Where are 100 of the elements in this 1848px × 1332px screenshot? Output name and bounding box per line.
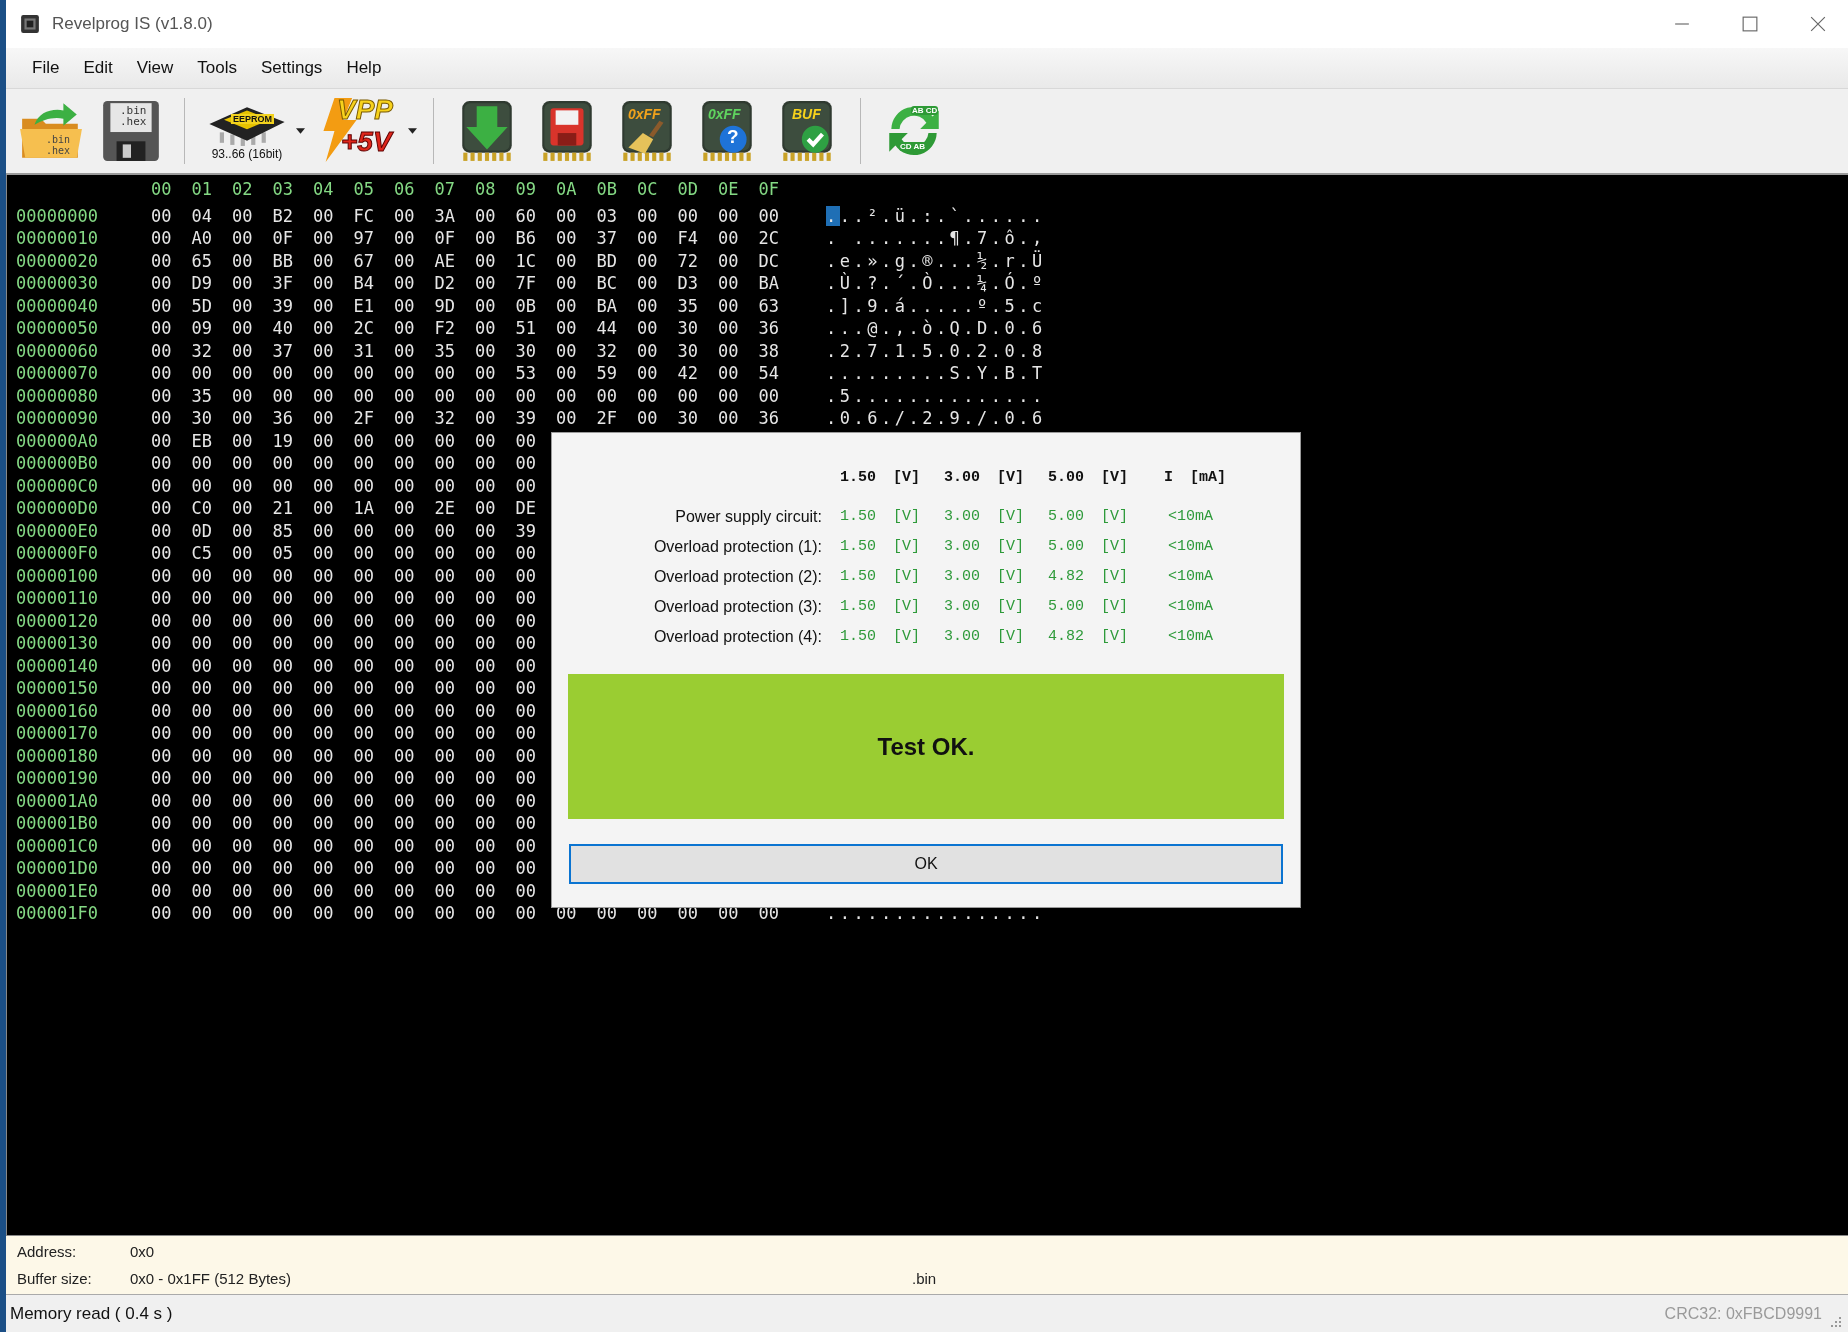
hex-byte: 00: [515, 384, 536, 407]
menu-item[interactable]: Settings: [248, 54, 335, 82]
toolbar-button[interactable]: 0xFF: [610, 98, 684, 164]
ascii-text: .Ù.?.´.Ò...¼.Ó.º: [826, 272, 1046, 295]
measurement-value: <10mA: [1167, 537, 1214, 557]
hex-byte: 00: [475, 272, 496, 295]
ok-button[interactable]: OK: [569, 844, 1283, 884]
hex-byte: 00: [475, 564, 496, 587]
measurement-value: 3.00 [V]: [944, 567, 1025, 587]
hex-byte: 00: [556, 317, 577, 340]
hex-byte: 00: [313, 407, 334, 430]
hex-byte: 00: [515, 542, 536, 565]
row-address: 00000150: [16, 677, 99, 700]
hex-byte: 00: [232, 609, 253, 632]
row-address: 000001C0: [16, 834, 99, 857]
row-address: 00000190: [16, 767, 99, 790]
menu-item[interactable]: File: [20, 54, 72, 82]
row-label: Overload protection (1):: [652, 537, 823, 557]
hex-byte: 00: [151, 789, 172, 812]
hex-byte: 00: [434, 362, 455, 385]
hex-byte: 00: [718, 384, 739, 407]
hex-byte: 00: [556, 272, 577, 295]
hex-byte: 00: [718, 362, 739, 385]
menu-item[interactable]: Edit: [71, 54, 125, 82]
hex-byte: 00: [151, 857, 172, 880]
hex-byte: 30: [677, 339, 698, 362]
row-address: 00000110: [16, 587, 99, 610]
hex-byte: 54: [758, 362, 779, 385]
hex-byte: 00: [434, 474, 455, 497]
hex-byte: 00: [718, 407, 739, 430]
hex-byte: 00: [232, 474, 253, 497]
toolbar-button[interactable]: BUF: [770, 98, 844, 164]
measurement-value: 1.50 [V]: [840, 627, 921, 647]
hex-byte: 30: [515, 339, 536, 362]
hex-byte: 00: [191, 902, 212, 925]
toolbar-button[interactable]: AB CD CD AB: [877, 98, 951, 164]
hex-byte: 00: [313, 294, 334, 317]
hex-byte: 00: [191, 362, 212, 385]
hex-byte: 00: [394, 699, 415, 722]
hex-byte: 00: [232, 407, 253, 430]
measurement-value: 1.50 [V]: [840, 567, 921, 587]
hex-byte: 00: [758, 384, 779, 407]
hex-byte: 00: [232, 789, 253, 812]
hex-byte: 00: [232, 384, 253, 407]
hex-byte: 00: [353, 744, 374, 767]
measurement-value: 1.50 [V]: [840, 507, 921, 527]
hex-byte: 00: [151, 632, 172, 655]
menu-item[interactable]: Help: [334, 54, 394, 82]
hex-byte: 00: [313, 317, 334, 340]
hex-byte: 00: [232, 879, 253, 902]
hex-byte: 00: [637, 204, 658, 227]
hex-byte: 00: [515, 474, 536, 497]
field-value: 0x0 - 0x1FF (512 Bytes): [130, 1270, 292, 1287]
ascii-text: .].9.á.....º.5.c: [826, 294, 1046, 317]
hex-byte: 00: [677, 384, 698, 407]
hex-byte: 39: [515, 407, 536, 430]
hex-byte: 00: [151, 879, 172, 902]
hex-byte: 38: [758, 339, 779, 362]
hex-byte: 00: [556, 384, 577, 407]
column-header: 02: [232, 178, 253, 201]
row-address: 00000010: [16, 227, 99, 250]
hex-byte: 00: [556, 362, 577, 385]
hex-byte: 00: [475, 722, 496, 745]
hex-byte: 00: [353, 609, 374, 632]
row-address: 00000000: [16, 204, 99, 227]
caret-icon[interactable]: [408, 128, 417, 134]
caret-icon[interactable]: [296, 128, 305, 134]
toolbar-button[interactable]: EEPROM 93..66 (16bit): [201, 101, 293, 161]
menu-item[interactable]: Tools: [185, 54, 249, 82]
hex-byte: 00: [232, 497, 253, 520]
hex-byte: 00: [475, 497, 496, 520]
menu-item[interactable]: View: [124, 54, 186, 82]
maximize-icon[interactable]: [1742, 16, 1758, 32]
toolbar-button[interactable]: .bin .hex: [94, 98, 168, 164]
toolbar-button[interactable]: .bin .hex: [14, 98, 88, 164]
resize-grip-icon[interactable]: [1830, 1316, 1842, 1328]
measurement-value: 5.00 [V]: [1048, 507, 1129, 527]
row-address: 00000070: [16, 362, 99, 385]
hex-byte: 00: [313, 204, 334, 227]
hex-byte: 32: [191, 339, 212, 362]
hex-byte: 00: [151, 812, 172, 835]
toolbar-button[interactable]: 0xFF ?: [690, 98, 764, 164]
hex-byte: 00: [353, 474, 374, 497]
measurement-value: 5.00 [V]: [1048, 597, 1129, 617]
close-icon[interactable]: [1810, 16, 1826, 32]
hex-byte: 00: [272, 677, 293, 700]
hex-byte: 00: [515, 744, 536, 767]
row-address: 00000130: [16, 632, 99, 655]
row-address: 000001A0: [16, 789, 99, 812]
hex-byte: 00: [232, 834, 253, 857]
hex-byte: 00: [272, 362, 293, 385]
hex-byte: 00: [394, 519, 415, 542]
hex-byte: 00: [272, 474, 293, 497]
hex-byte: 00: [191, 677, 212, 700]
hex-byte: 2F: [596, 407, 617, 430]
hex-byte: 35: [677, 294, 698, 317]
hex-byte: 1A: [353, 497, 374, 520]
hex-byte: 00: [232, 654, 253, 677]
hex-byte: 00: [191, 654, 212, 677]
row-address: 00000080: [16, 384, 99, 407]
